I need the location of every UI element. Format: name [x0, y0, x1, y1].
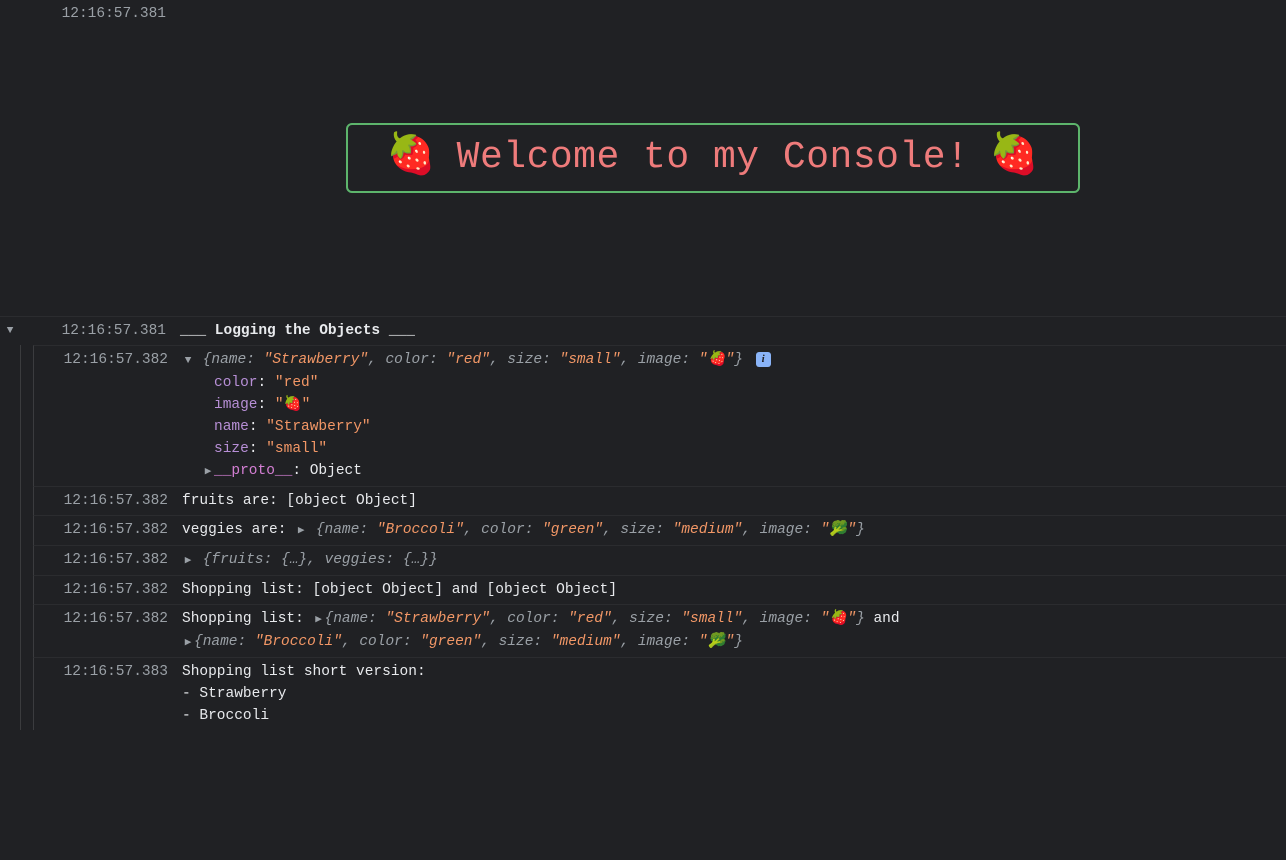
- timestamp: 12:16:57.383: [34, 661, 182, 683]
- timestamp: 12:16:57.382: [34, 490, 182, 512]
- timestamp: 12:16:57.382: [34, 349, 182, 371]
- banner-wrap: 🍓 Welcome to my Console! 🍓: [180, 3, 1286, 313]
- log-content: fruits are: [object Object]: [182, 490, 1286, 512]
- chevron-down-icon[interactable]: ▼: [182, 350, 194, 372]
- timestamp: 12:16:57.382: [34, 519, 182, 541]
- welcome-banner: 🍓 Welcome to my Console! 🍓: [346, 123, 1079, 193]
- log-content: Shopping list: [object Object] and [obje…: [182, 579, 1286, 601]
- log-line: Shopping list short version:: [182, 661, 1276, 683]
- timestamp: 12:16:57.381: [20, 320, 180, 342]
- timestamp: 12:16:57.382: [34, 549, 182, 571]
- console-group-header[interactable]: ▼ 12:16:57.381 ___ Logging the Objects _…: [0, 316, 1286, 345]
- object-preview[interactable]: {name: "Strawberry", color: "red", size:…: [203, 352, 752, 368]
- object-preview[interactable]: {fruits: {…}, veggies: {…}}: [203, 552, 438, 568]
- chevron-right-icon[interactable]: ▶: [313, 609, 325, 631]
- object-preview[interactable]: {name: "Broccoli", color: "green", size:…: [194, 634, 743, 650]
- chevron-right-icon[interactable]: ▶: [182, 550, 194, 572]
- timestamp: 12:16:57.381: [0, 3, 180, 25]
- console-row: 12:16:57.382 ▶ {fruits: {…}, veggies: {……: [33, 545, 1286, 575]
- chevron-right-icon[interactable]: ▶: [295, 520, 307, 542]
- timestamp: 12:16:57.382: [34, 579, 182, 601]
- log-content: Shopping list: ▶{name: "Strawberry", col…: [182, 608, 1286, 654]
- log-content: ▼ {name: "Strawberry", color: "red", siz…: [182, 349, 1286, 483]
- object-property: image: "🍓": [182, 394, 1276, 416]
- chevron-down-icon[interactable]: ▼: [0, 325, 20, 337]
- object-preview[interactable]: {name: "Broccoli", color: "green", size:…: [316, 522, 865, 538]
- console-group-body: 12:16:57.382 ▼ {name: "Strawberry", colo…: [20, 345, 1286, 730]
- object-property: size: "small": [182, 438, 1276, 460]
- console-row: 12:16:57.382 Shopping list: [object Obje…: [33, 575, 1286, 604]
- object-proto[interactable]: ▶__proto__: Object: [182, 460, 1276, 483]
- console-row: 12:16:57.382 fruits are: [object Object]: [33, 486, 1286, 515]
- console-row: 12:16:57.382 ▼ {name: "Strawberry", colo…: [33, 345, 1286, 486]
- object-property: color: "red": [182, 372, 1276, 394]
- console-row: 12:16:57.382 veggies are: ▶ {name: "Broc…: [33, 515, 1286, 545]
- info-icon[interactable]: i: [756, 352, 771, 367]
- strawberry-icon: 🍓: [386, 147, 436, 169]
- timestamp: 12:16:57.382: [34, 608, 182, 630]
- log-line: - Broccoli: [182, 705, 1276, 727]
- group-title: ___ Logging the Objects ___: [180, 320, 1286, 342]
- console-row: 12:16:57.381 🍓 Welcome to my Console! 🍓: [0, 0, 1286, 316]
- console-row: 12:16:57.382 Shopping list: ▶{name: "Str…: [33, 604, 1286, 657]
- chevron-right-icon[interactable]: ▶: [182, 632, 194, 654]
- log-content: ▶ {fruits: {…}, veggies: {…}}: [182, 549, 1286, 572]
- log-content: Shopping list short version: - Strawberr…: [182, 661, 1286, 727]
- object-property: name: "Strawberry": [182, 416, 1276, 438]
- console-row: 12:16:57.383 Shopping list short version…: [33, 657, 1286, 730]
- log-line: - Strawberry: [182, 683, 1276, 705]
- chevron-right-icon[interactable]: ▶: [202, 461, 214, 483]
- object-preview[interactable]: {name: "Strawberry", color: "red", size:…: [325, 611, 865, 627]
- banner-text: Welcome to my Console!: [457, 147, 970, 169]
- console-panel: 12:16:57.381 🍓 Welcome to my Console! 🍓 …: [0, 0, 1286, 730]
- log-content: veggies are: ▶ {name: "Broccoli", color:…: [182, 519, 1286, 542]
- strawberry-icon: 🍓: [989, 147, 1039, 169]
